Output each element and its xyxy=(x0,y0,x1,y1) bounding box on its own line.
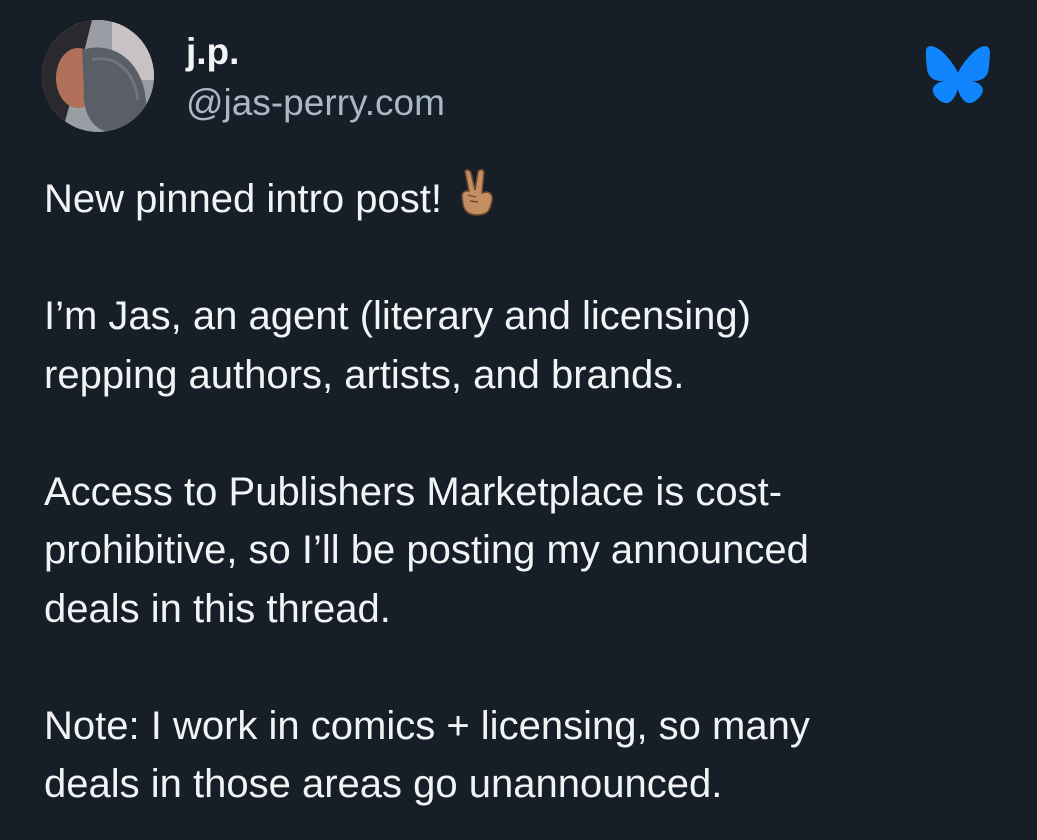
post-card: j.p. @jas-perry.com New pinned intro pos… xyxy=(0,0,1037,840)
display-name[interactable]: j.p. xyxy=(186,30,445,74)
author-block[interactable]: j.p. @jas-perry.com xyxy=(186,30,445,128)
post-line-1: New pinned intro post! xyxy=(44,168,1004,229)
butterfly-icon[interactable] xyxy=(925,46,990,104)
post-intro-text: New pinned intro post! xyxy=(44,177,443,221)
avatar-image xyxy=(42,20,154,132)
post-text: New pinned intro post! I’m Jas, an agent… xyxy=(44,168,1004,814)
victory-hand-emoji xyxy=(461,169,493,216)
post-paragraph-2: I’m Jas, an agent (literary and licensin… xyxy=(44,294,751,397)
avatar[interactable] xyxy=(42,20,154,132)
post-paragraph-4: Note: I work in comics + licensing, so m… xyxy=(44,703,810,807)
post-paragraph-3: Access to Publishers Marketplace is cost… xyxy=(44,469,809,631)
handle[interactable]: @jas-perry.com xyxy=(186,78,445,128)
